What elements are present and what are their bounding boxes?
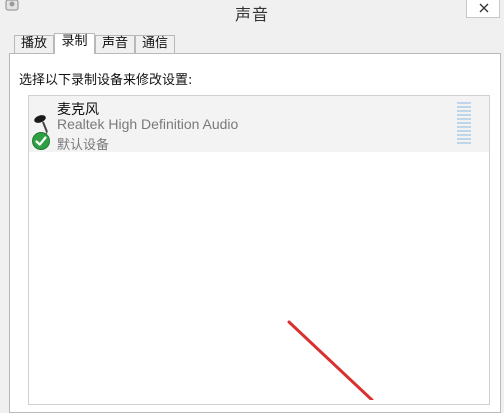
device-driver: Realtek High Definition Audio <box>57 116 239 132</box>
title-bar: 声音 <box>0 0 504 28</box>
close-button[interactable] <box>466 0 500 18</box>
device-list[interactable]: 麦克风 Realtek High Definition Audio 默认设备 <box>28 95 490 405</box>
tab-playback[interactable]: 播放 <box>14 35 54 53</box>
device-row-microphone[interactable]: 麦克风 Realtek High Definition Audio 默认设备 <box>29 96 489 153</box>
tab-recording[interactable]: 录制 <box>54 33 95 54</box>
tab-communications[interactable]: 通信 <box>135 35 175 53</box>
device-status: 默认设备 <box>57 138 110 153</box>
level-meter <box>457 102 471 146</box>
tab-strip: 播放 录制 声音 通信 <box>0 33 504 54</box>
default-checkmark-icon <box>32 132 50 150</box>
window-title: 声音 <box>234 5 269 24</box>
tab-sounds[interactable]: 声音 <box>95 35 135 53</box>
instruction-text: 选择以下录制设备来修改设置: <box>19 73 193 88</box>
close-icon <box>479 3 489 13</box>
